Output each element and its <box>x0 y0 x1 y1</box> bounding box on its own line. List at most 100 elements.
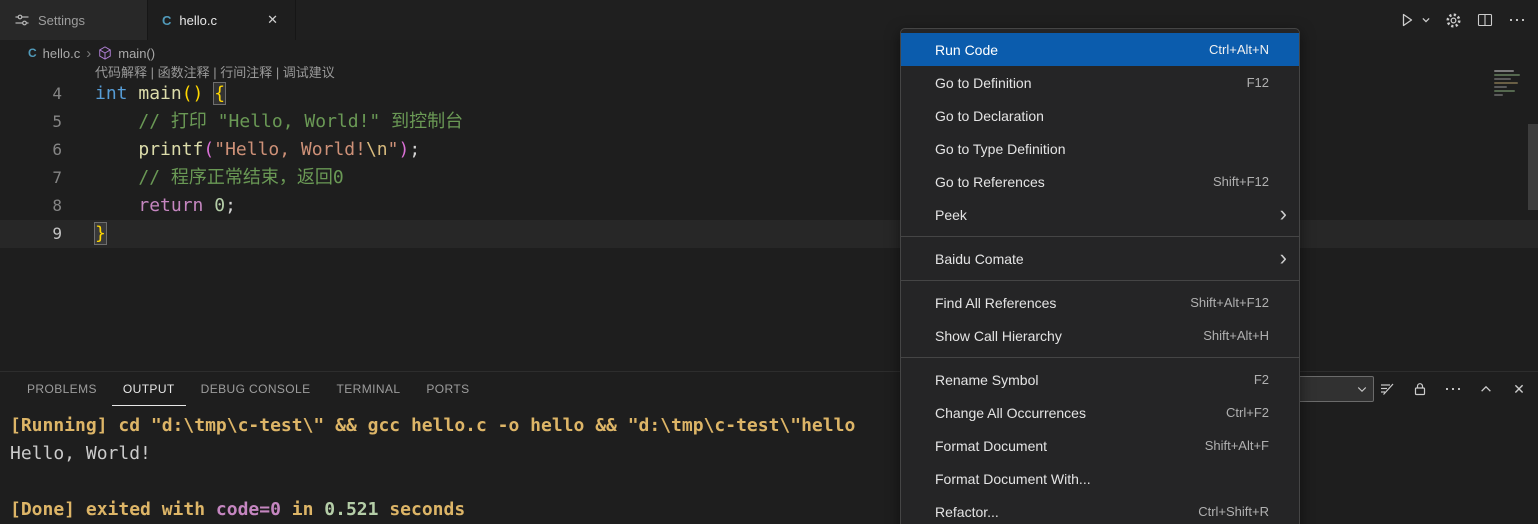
breadcrumb: C hello.c › main() <box>0 40 1538 66</box>
code-line-content: // 程序正常结束，返回0 <box>95 164 344 192</box>
code-token: { <box>214 83 225 104</box>
code-line[interactable]: 7 // 程序正常结束，返回0 <box>0 164 1538 192</box>
menu-item-shortcut: Ctrl+Shift+R <box>1198 504 1269 519</box>
output-segment: 0.521 <box>324 499 378 520</box>
panel-tab-output[interactable]: OUTPUT <box>112 372 186 406</box>
menu-item-refactor[interactable]: Refactor...Ctrl+Shift+R <box>901 495 1299 524</box>
editor-tab-bar: Settings C hello.c ✕ <box>0 0 1538 40</box>
panel-tab-debug-console[interactable]: DEBUG CONSOLE <box>190 372 322 406</box>
panel-actions: ⋯ ✕ <box>1376 372 1530 406</box>
output-content[interactable]: [Running] cd "d:\tmp\c-test\" && gcc hel… <box>10 412 1538 524</box>
code-token: \n <box>366 139 388 160</box>
output-segment: seconds <box>378 499 465 520</box>
menu-item-show-call-hierarchy[interactable]: Show Call HierarchyShift+Alt+H <box>901 319 1299 352</box>
code-token: printf <box>138 139 203 160</box>
menu-item-baidu-comate[interactable]: Baidu Comate› <box>901 242 1299 275</box>
menu-item-label: Peek <box>935 207 1269 223</box>
gear-icon <box>1445 12 1462 29</box>
tab-label: hello.c <box>179 13 217 28</box>
menu-item-peek[interactable]: Peek › <box>901 198 1299 231</box>
menu-item-label: Run Code <box>935 42 1209 58</box>
code-lines: 4int main() {5 // 打印 "Hello, World!" 到控制… <box>0 80 1538 248</box>
code-token: () <box>182 83 204 104</box>
code-token: main <box>138 83 181 104</box>
output-segment: [Running] cd "d:\tmp\c-test\" && gcc hel… <box>10 415 855 436</box>
chevron-down-icon[interactable] <box>1420 9 1432 31</box>
tab-close-icon[interactable]: ✕ <box>264 10 281 30</box>
menu-item-shortcut: F12 <box>1247 75 1269 90</box>
close-panel-button[interactable]: ✕ <box>1508 378 1530 400</box>
output-segment: [Done] exited with <box>10 499 216 520</box>
output-channel-select[interactable] <box>1290 376 1374 402</box>
code-editor[interactable]: 代码解释 | 函数注释 | 行间注释 | 调试建议 4int main() {5… <box>0 66 1538 371</box>
code-line[interactable]: 5 // 打印 "Hello, World!" 到控制台 <box>0 108 1538 136</box>
code-token: ) <box>398 139 409 160</box>
menu-item-go-to-type-definition[interactable]: Go to Type Definition <box>901 132 1299 165</box>
code-token <box>95 111 138 132</box>
menu-item-change-all-occurrences[interactable]: Change All OccurrencesCtrl+F2 <box>901 396 1299 429</box>
panel-tab-terminal[interactable]: TERMINAL <box>326 372 412 406</box>
output-segment <box>10 471 21 492</box>
code-token <box>128 83 139 104</box>
output-segment: in <box>281 499 324 520</box>
menu-item-format-document-with[interactable]: Format Document With... <box>901 462 1299 495</box>
panel-more-actions-button[interactable]: ⋯ <box>1442 378 1464 400</box>
clear-output-button[interactable] <box>1376 378 1398 400</box>
code-token <box>203 195 214 216</box>
panel-header: PROBLEMSOUTPUTDEBUG CONSOLETERMINALPORTS <box>0 372 1538 406</box>
code-token <box>203 83 214 104</box>
menu-item-go-to-definition[interactable]: Go to DefinitionF12 <box>901 66 1299 99</box>
editor-more-actions-button[interactable]: ⋯ <box>1506 9 1528 31</box>
split-editor-button[interactable] <box>1474 9 1496 31</box>
breadcrumb-symbol[interactable]: main() <box>118 46 155 61</box>
code-line[interactable]: 4int main() { <box>0 80 1538 108</box>
code-token: // 程序正常结束，返回0 <box>138 167 343 188</box>
menu-separator <box>901 357 1299 358</box>
settings-gear-button[interactable] <box>1442 9 1464 31</box>
code-line[interactable]: 9} <box>0 220 1538 248</box>
menu-item-rename-symbol[interactable]: Rename SymbolF2 <box>901 363 1299 396</box>
menu-item-shortcut: Shift+Alt+H <box>1203 328 1269 343</box>
panel-tab-problems[interactable]: PROBLEMS <box>16 372 108 406</box>
play-icon <box>1396 9 1418 31</box>
submenu-chevron-icon: › <box>1280 203 1287 225</box>
lock-scroll-button[interactable] <box>1409 378 1431 400</box>
panel-tab-ports[interactable]: PORTS <box>415 372 480 406</box>
menu-item-label: Go to Definition <box>935 75 1247 91</box>
breadcrumb-separator: › <box>86 45 91 62</box>
clear-output-icon <box>1379 381 1395 397</box>
menu-item-label: Go to References <box>935 174 1213 190</box>
code-token: ( <box>203 139 214 160</box>
editor-title-actions: ⋯ <box>1396 0 1538 40</box>
output-line: Hello, World! <box>10 440 1538 468</box>
line-number: 6 <box>0 136 62 164</box>
code-token: "Hello, World! <box>214 139 366 160</box>
chevron-up-icon <box>1479 382 1493 396</box>
code-line-content: printf("Hello, World!\n"); <box>95 136 420 164</box>
menu-item-go-to-declaration[interactable]: Go to Declaration <box>901 99 1299 132</box>
run-code-button[interactable] <box>1396 9 1432 31</box>
menu-item-shortcut: Shift+Alt+F12 <box>1190 295 1269 310</box>
breadcrumb-file[interactable]: hello.c <box>43 46 81 61</box>
tab-settings[interactable]: Settings <box>0 0 148 40</box>
tab-label: Settings <box>38 13 85 28</box>
code-token: int <box>95 83 128 104</box>
code-token: return <box>138 195 203 216</box>
close-icon: ✕ <box>1513 381 1525 398</box>
output-line: [Done] exited with code=0 in 0.521 secon… <box>10 496 1538 524</box>
menu-item-label: Change All Occurrences <box>935 405 1226 421</box>
menu-item-format-document[interactable]: Format DocumentShift+Alt+F <box>901 429 1299 462</box>
menu-item-find-all-references[interactable]: Find All ReferencesShift+Alt+F12 <box>901 286 1299 319</box>
code-line[interactable]: 6 printf("Hello, World!\n"); <box>0 136 1538 164</box>
menu-item-label: Format Document <box>935 438 1205 454</box>
code-line[interactable]: 8 return 0; <box>0 192 1538 220</box>
maximize-panel-button[interactable] <box>1475 378 1497 400</box>
code-token: } <box>95 223 106 244</box>
menu-item-run-code[interactable]: Run CodeCtrl+Alt+N <box>901 33 1299 66</box>
c-file-icon: C <box>28 46 37 60</box>
menu-item-go-to-references[interactable]: Go to ReferencesShift+F12 <box>901 165 1299 198</box>
tab-hello-c[interactable]: C hello.c ✕ <box>148 0 296 40</box>
bottom-panel: PROBLEMSOUTPUTDEBUG CONSOLETERMINALPORTS <box>0 371 1538 524</box>
menu-item-label: Rename Symbol <box>935 372 1254 388</box>
codelens-links[interactable]: 代码解释 | 函数注释 | 行间注释 | 调试建议 <box>95 66 335 81</box>
